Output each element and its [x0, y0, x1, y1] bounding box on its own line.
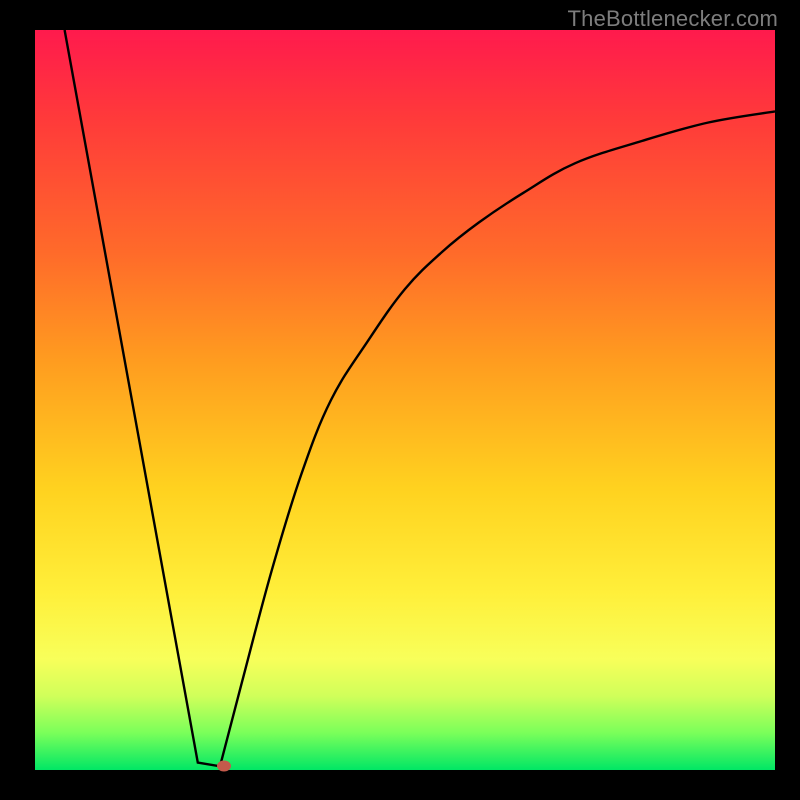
plot-area [35, 30, 775, 770]
attribution-text: TheBottlenecker.com [568, 6, 778, 32]
chart-frame: TheBottlenecker.com [0, 0, 800, 800]
bottleneck-curve [35, 30, 775, 770]
curve-path [65, 30, 775, 766]
minimum-marker [217, 761, 231, 772]
